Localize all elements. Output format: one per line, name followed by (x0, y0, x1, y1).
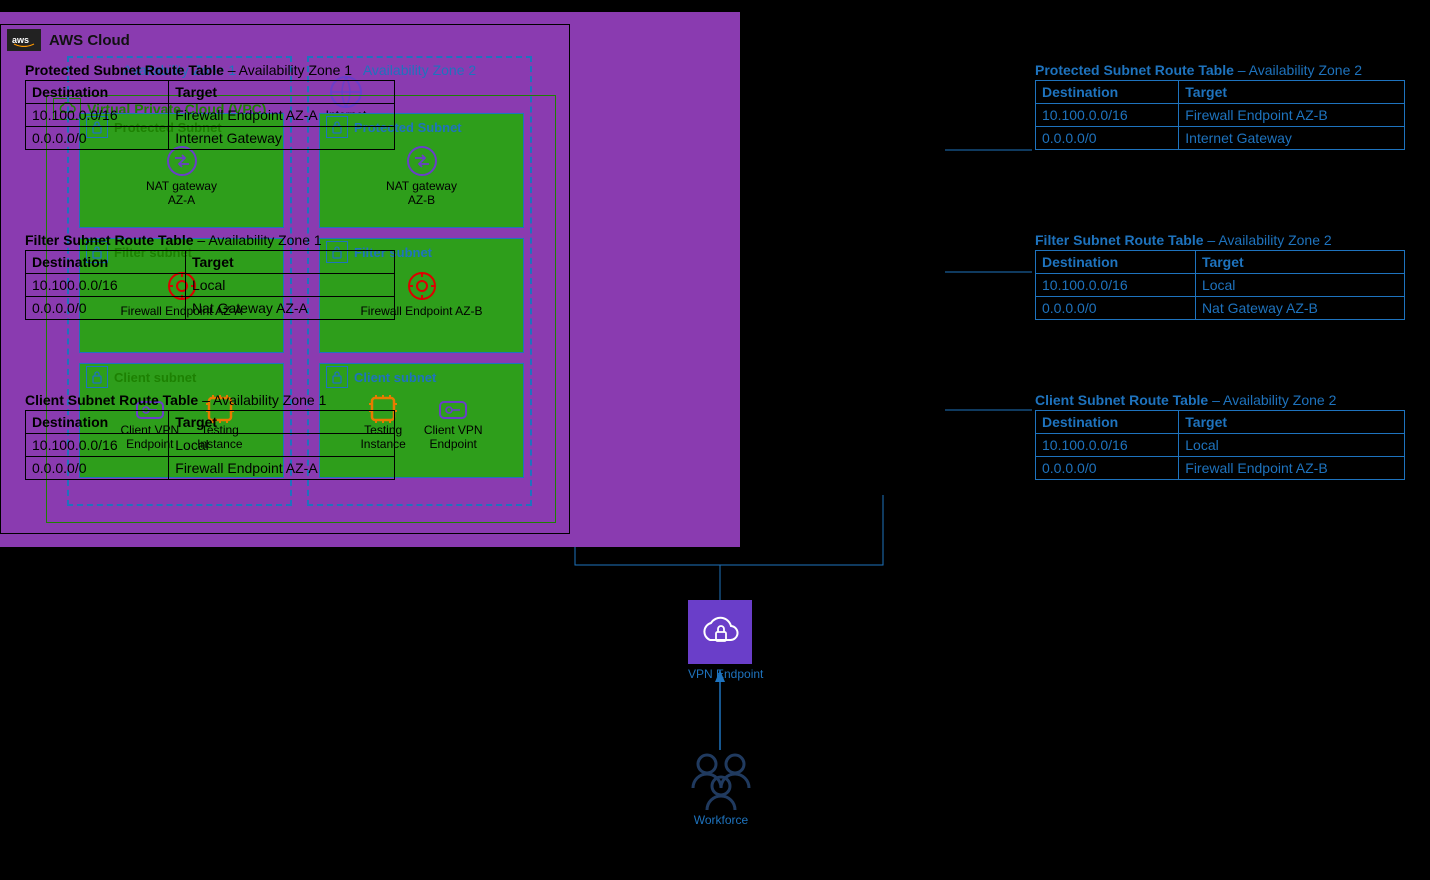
table-az2-filter: Filter Subnet Route Table – Availability… (1035, 232, 1405, 320)
firewall-icon (405, 269, 439, 303)
table-az1-protected: Protected Subnet Route Table – Availabil… (25, 62, 395, 150)
lock-icon (326, 366, 348, 388)
svg-text:aws: aws (12, 35, 29, 45)
workforce-icon (681, 748, 761, 814)
az2-client-title: Client subnet (354, 370, 436, 385)
az1-client-title: Client subnet (114, 370, 196, 385)
aws-cloud-title: AWS Cloud (49, 32, 130, 49)
vpn-endpoint-label: VPN Endpoint (688, 668, 763, 682)
vpn-endpoint-box (688, 600, 752, 664)
az1-nat-label: NAT gatewayAZ-A (146, 180, 217, 208)
table-az1-client: Client Subnet Route Table – Availability… (25, 392, 395, 480)
table-az1-filter: Filter Subnet Route Table – Availability… (25, 232, 395, 320)
nat-gateway-icon (405, 144, 439, 178)
az2-nat-label: NAT gatewayAZ-B (386, 180, 457, 208)
table-az2-protected: Protected Subnet Route Table – Availabil… (1035, 62, 1405, 150)
workforce-label: Workforce (681, 814, 761, 828)
table-az2-client: Client Subnet Route Table – Availability… (1035, 392, 1405, 480)
aws-logo-icon: aws (7, 29, 41, 51)
workforce: Workforce (681, 748, 761, 828)
az2-vpn-label: Client VPNEndpoint (424, 424, 483, 452)
vpn-endpoint-icon (436, 394, 470, 424)
vpn-cloud-lock-icon (696, 612, 744, 652)
lock-icon (86, 366, 108, 388)
vpn-endpoint: VPN Endpoint (688, 600, 763, 682)
